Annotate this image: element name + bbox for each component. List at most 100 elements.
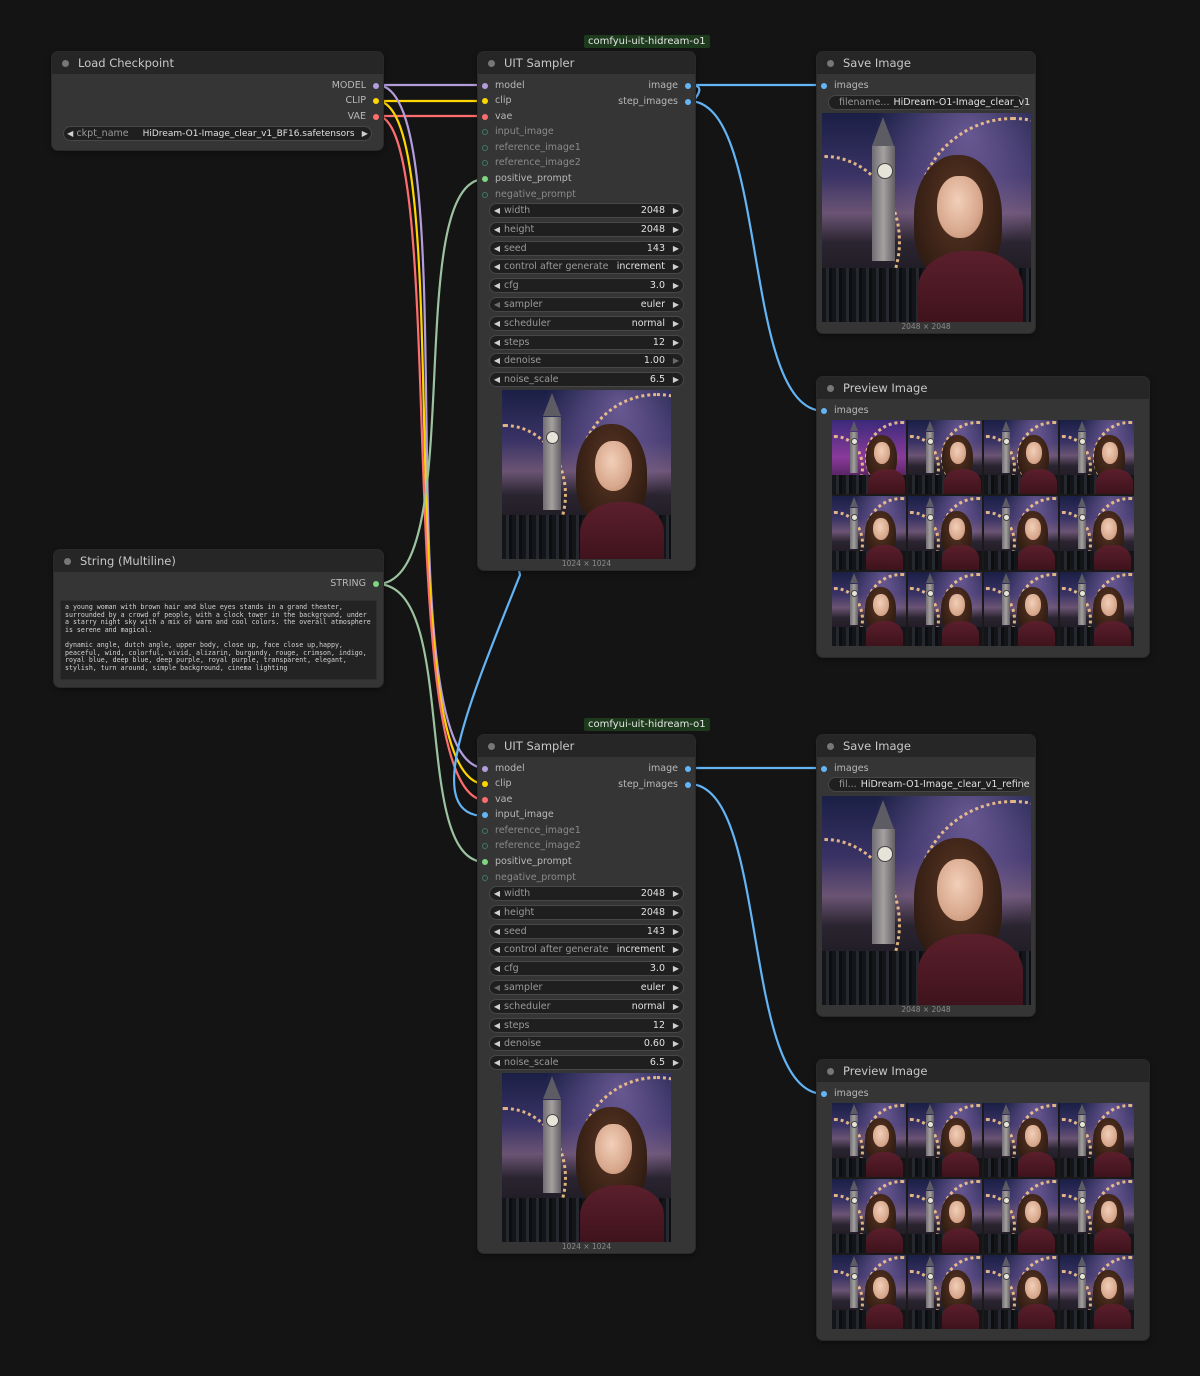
arrow-left-icon[interactable]: ◀: [490, 281, 504, 290]
uit-sampler-node-1[interactable]: UIT Sampler model clip vae input_image refer…: [478, 52, 695, 570]
prompt-textarea[interactable]: a young woman with brown hair and blue e…: [60, 600, 377, 680]
socket-dot-icon[interactable]: [482, 83, 488, 89]
socket-dot-icon[interactable]: [482, 98, 488, 104]
arrow-right-icon[interactable]: ▶: [669, 889, 683, 898]
widget-noise-scale[interactable]: ◀ noise_scale 6.5 ▶: [489, 372, 684, 388]
arrow-left-icon[interactable]: ◀: [490, 206, 504, 215]
node-header[interactable]: Save Image: [817, 735, 1035, 757]
socket-dot-icon[interactable]: [482, 812, 488, 818]
arrow-left-icon[interactable]: ◀: [490, 338, 504, 347]
output-string[interactable]: STRING: [330, 578, 379, 590]
widget-height[interactable]: ◀ height 2048 ▶: [489, 904, 684, 920]
filename-prefix-field[interactable]: filename... HiDream-O1-Image_clear_v1: [828, 95, 1030, 110]
output-clip[interactable]: CLIP: [346, 95, 379, 107]
arrow-right-icon[interactable]: ▶: [669, 964, 683, 973]
arrow-left-icon[interactable]: ◀: [490, 983, 504, 992]
arrow-left-icon[interactable]: ◀: [490, 319, 504, 328]
save-image-node-1[interactable]: Save Image images filename... HiDream-O1…: [817, 52, 1035, 333]
input-vae[interactable]: vae: [482, 111, 512, 123]
input-reference-image2[interactable]: reference_image2: [482, 157, 581, 169]
input-images[interactable]: images: [821, 80, 869, 92]
socket-dot-icon[interactable]: [482, 843, 488, 849]
collapse-dot-icon[interactable]: [64, 557, 71, 565]
input-reference-image1[interactable]: reference_image1: [482, 825, 581, 837]
arrow-left-icon[interactable]: ◀: [490, 945, 504, 954]
widget-width[interactable]: ◀ width 2048 ▶: [489, 886, 684, 901]
step-thumbnail[interactable]: [1060, 420, 1134, 494]
input-images[interactable]: images: [821, 405, 869, 417]
step-thumbnail[interactable]: [832, 496, 906, 570]
arrow-right-icon[interactable]: ▶: [669, 375, 683, 384]
load-checkpoint-node[interactable]: Load Checkpoint MODEL CLIP VAE ◀ ckpt_na…: [52, 52, 383, 150]
socket-dot-icon[interactable]: [482, 145, 488, 151]
string-multiline-node[interactable]: String (Multiline) STRING a young woman …: [54, 550, 383, 687]
node-header[interactable]: Preview Image: [817, 377, 1149, 399]
widget-width[interactable]: ◀ width 2048 ▶: [489, 203, 684, 218]
input-model[interactable]: model: [482, 763, 525, 775]
output-model[interactable]: MODEL: [332, 80, 379, 92]
widget-height[interactable]: ◀ height 2048 ▶: [489, 221, 684, 237]
node-header[interactable]: Preview Image: [817, 1060, 1149, 1082]
arrow-right-icon[interactable]: ▶: [669, 983, 683, 992]
output-step-images[interactable]: step_images: [618, 96, 691, 108]
preview-image-node-2[interactable]: Preview Image images: [817, 1060, 1149, 1340]
arrow-right-icon[interactable]: ▶: [669, 1058, 683, 1067]
socket-dot-icon[interactable]: [482, 192, 488, 198]
input-reference-image1[interactable]: reference_image1: [482, 142, 581, 154]
step-thumbnail[interactable]: [832, 1103, 906, 1177]
arrow-left-icon[interactable]: ◀: [490, 889, 504, 898]
widget-cfg[interactable]: ◀ cfg 3.0 ▶: [489, 961, 684, 977]
widget-steps[interactable]: ◀ steps 12 ▶: [489, 1017, 684, 1033]
socket-dot-icon[interactable]: [685, 766, 691, 772]
socket-dot-icon[interactable]: [482, 766, 488, 772]
step-thumbnail[interactable]: [984, 1255, 1058, 1329]
socket-dot-icon[interactable]: [482, 797, 488, 803]
collapse-dot-icon[interactable]: [488, 742, 495, 750]
input-model[interactable]: model: [482, 80, 525, 92]
step-thumbnail[interactable]: [984, 420, 1058, 494]
step-thumbnail[interactable]: [832, 1179, 906, 1253]
node-header[interactable]: UIT Sampler: [478, 735, 695, 757]
arrow-left-icon[interactable]: ◀: [490, 225, 504, 234]
step-thumbnail[interactable]: [832, 420, 906, 494]
filename-prefix-field[interactable]: fil... HiDream-O1-Image_clear_v1_refine: [828, 777, 1030, 792]
input-input-image[interactable]: input_image: [482, 126, 554, 138]
arrow-right-icon[interactable]: ▶: [669, 262, 683, 271]
arrow-left-icon[interactable]: ◀: [490, 1058, 504, 1067]
step-thumbnail[interactable]: [1060, 496, 1134, 570]
node-header[interactable]: Save Image: [817, 52, 1035, 74]
step-thumbnail[interactable]: [908, 496, 982, 570]
step-thumbnail[interactable]: [832, 572, 906, 646]
step-thumbnail[interactable]: [908, 1103, 982, 1177]
preview-image-node-1[interactable]: Preview Image images: [817, 377, 1149, 657]
output-image[interactable]: image: [648, 763, 691, 775]
widget-steps[interactable]: ◀ steps 12 ▶: [489, 334, 684, 350]
socket-dot-icon[interactable]: [482, 875, 488, 881]
widget-control-after-generate[interactable]: ◀ control after generate increment ▶: [489, 259, 684, 275]
widget-cfg[interactable]: ◀ cfg 3.0 ▶: [489, 278, 684, 294]
arrow-right-icon[interactable]: ▶: [359, 129, 371, 138]
arrow-right-icon[interactable]: ▶: [669, 1039, 683, 1048]
arrow-right-icon[interactable]: ▶: [669, 1021, 683, 1030]
widget-seed[interactable]: ◀ seed 143 ▶: [489, 923, 684, 939]
arrow-right-icon[interactable]: ▶: [669, 945, 683, 954]
collapse-dot-icon[interactable]: [827, 384, 834, 392]
collapse-dot-icon[interactable]: [827, 59, 834, 67]
arrow-left-icon[interactable]: ◀: [490, 356, 504, 365]
widget-seed[interactable]: ◀ seed 143 ▶: [489, 240, 684, 256]
step-thumbnail[interactable]: [832, 1255, 906, 1329]
widget-scheduler[interactable]: ◀ scheduler normal ▶: [489, 998, 684, 1014]
step-thumbnail[interactable]: [984, 572, 1058, 646]
save-image-node-2[interactable]: Save Image images fil... HiDream-O1-Imag…: [817, 735, 1035, 1016]
input-reference-image2[interactable]: reference_image2: [482, 840, 581, 852]
socket-dot-icon[interactable]: [482, 129, 488, 135]
socket-dot-icon[interactable]: [482, 114, 488, 120]
arrow-left-icon[interactable]: ◀: [490, 244, 504, 253]
socket-dot-icon[interactable]: [482, 160, 488, 166]
widget-denoise[interactable]: ◀ denoise 0.60 ▶: [489, 1036, 684, 1052]
arrow-right-icon[interactable]: ▶: [669, 300, 683, 309]
socket-dot-icon[interactable]: [373, 98, 379, 104]
widget-control-after-generate[interactable]: ◀ control after generate increment ▶: [489, 942, 684, 958]
collapse-dot-icon[interactable]: [827, 1067, 834, 1075]
socket-dot-icon[interactable]: [373, 581, 379, 587]
